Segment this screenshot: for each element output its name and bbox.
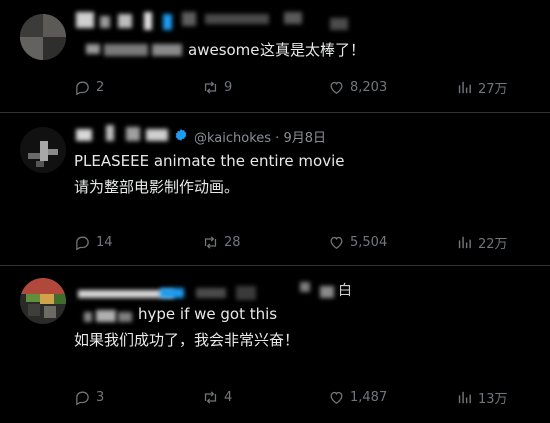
post-text-zh: 如果我们成功了，我会非常兴奋！ — [74, 331, 300, 349]
post-text-zh: 请为整部电影制作动画。 — [74, 178, 240, 196]
views-icon — [458, 81, 471, 93]
avatar[interactable] — [20, 278, 66, 324]
like-count: 5,504 — [350, 234, 388, 250]
like-count: 8,203 — [350, 79, 388, 95]
reply-count: 2 — [96, 79, 105, 95]
repost-button[interactable]: 9 — [202, 76, 232, 98]
handle-date[interactable]: @kaichokes · 9月8日 — [194, 127, 326, 146]
repost-button[interactable]: 4 — [202, 386, 232, 408]
view-count: 27万 — [478, 81, 508, 97]
like-icon — [330, 236, 343, 249]
repost-count: 9 — [224, 79, 233, 95]
post-2[interactable]: @kaichokes · 9月8日 PLEASEEE animate the e… — [0, 113, 550, 265]
reply-icon — [76, 236, 89, 250]
reply-count: 14 — [96, 234, 113, 250]
like-button[interactable]: 8,203 — [328, 76, 387, 98]
post-text-en: awesome — [188, 41, 260, 59]
repost-button[interactable]: 28 — [202, 231, 241, 253]
avatar[interactable] — [20, 127, 66, 173]
post-text-en: hype if we got this — [138, 305, 278, 323]
post-text-zh: 这真是太棒了！ — [260, 41, 366, 59]
avatar[interactable] — [20, 14, 66, 60]
views-icon — [458, 236, 471, 248]
views-button[interactable]: 13万 — [456, 386, 508, 408]
post-text-en: PLEASEEE animate the entire movie — [74, 152, 345, 170]
views-button[interactable]: 27万 — [456, 76, 508, 98]
repost-icon — [204, 80, 217, 94]
post-3[interactable]: 白 hype if we got this 如果我们成功了，我会非常兴奋！ 3 … — [0, 266, 550, 423]
verified-badge-icon — [175, 129, 187, 141]
reply-button[interactable]: 2 — [74, 76, 104, 98]
reply-count: 3 — [96, 389, 105, 405]
like-icon — [330, 81, 343, 94]
reply-button[interactable]: 14 — [74, 231, 113, 253]
repost-icon — [204, 235, 217, 249]
view-count: 13万 — [478, 391, 508, 407]
repost-count: 4 — [224, 389, 233, 405]
handle-date[interactable]: 白 — [338, 280, 352, 300]
like-icon — [330, 391, 343, 404]
view-count: 22万 — [478, 236, 508, 252]
like-count: 1,487 — [350, 389, 388, 405]
like-button[interactable]: 1,487 — [328, 386, 387, 408]
repost-count: 28 — [224, 234, 241, 250]
like-button[interactable]: 5,504 — [328, 231, 387, 253]
views-button[interactable]: 22万 — [456, 231, 508, 253]
repost-icon — [204, 390, 217, 404]
post-1[interactable]: awesome 这真是太棒了！ 2 9 8,203 27万 — [0, 0, 550, 112]
reply-button[interactable]: 3 — [74, 386, 104, 408]
views-icon — [458, 391, 471, 403]
reply-icon — [76, 391, 89, 405]
reply-icon — [76, 81, 89, 95]
